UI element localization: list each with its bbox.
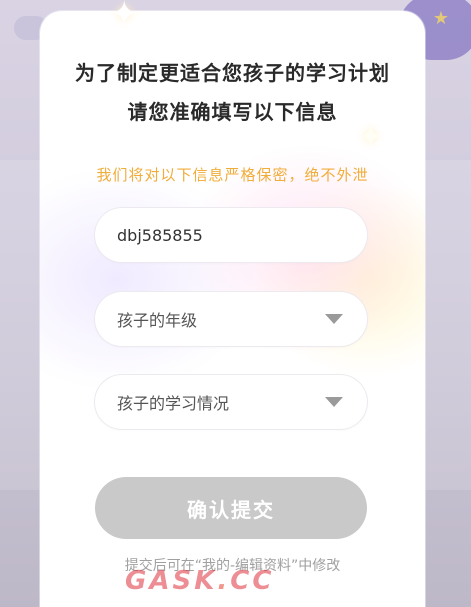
watermark-dot: .: [217, 566, 231, 596]
privacy-note: 我们将对以下信息严格保密，绝不外泄: [96, 166, 369, 184]
modal-title-line2: 请您准确填写以下信息: [127, 100, 338, 124]
watermark-tld: CC: [230, 566, 275, 596]
study-status-select-placeholder: 孩子的学习情况: [117, 394, 230, 413]
account-input[interactable]: dbj585855: [95, 208, 367, 262]
account-input-value: dbj585855: [117, 225, 203, 245]
dropdown-arrow-icon: [325, 314, 343, 324]
watermark-text: GASK: [125, 566, 218, 596]
submit-button[interactable]: 确认提交: [95, 477, 367, 539]
star-icon: ★: [432, 8, 449, 29]
modal-title-line1: 为了制定更适合您孩子的学习计划: [75, 61, 390, 85]
grade-select[interactable]: 孩子的年级: [95, 292, 367, 346]
sparkle-icon: ✦: [110, 0, 139, 34]
dropdown-arrow-icon: [325, 397, 343, 407]
grade-select-placeholder: 孩子的年级: [117, 311, 198, 330]
site-watermark: GASK.CC: [125, 566, 274, 596]
info-form-modal: ✦ ✦ 为了制定更适合您孩子的学习计划 请您准确填写以下信息 我们将对以下信息严…: [40, 0, 425, 607]
study-status-select[interactable]: 孩子的学习情况: [95, 375, 367, 429]
sparkle-icon: ✦: [358, 120, 384, 155]
